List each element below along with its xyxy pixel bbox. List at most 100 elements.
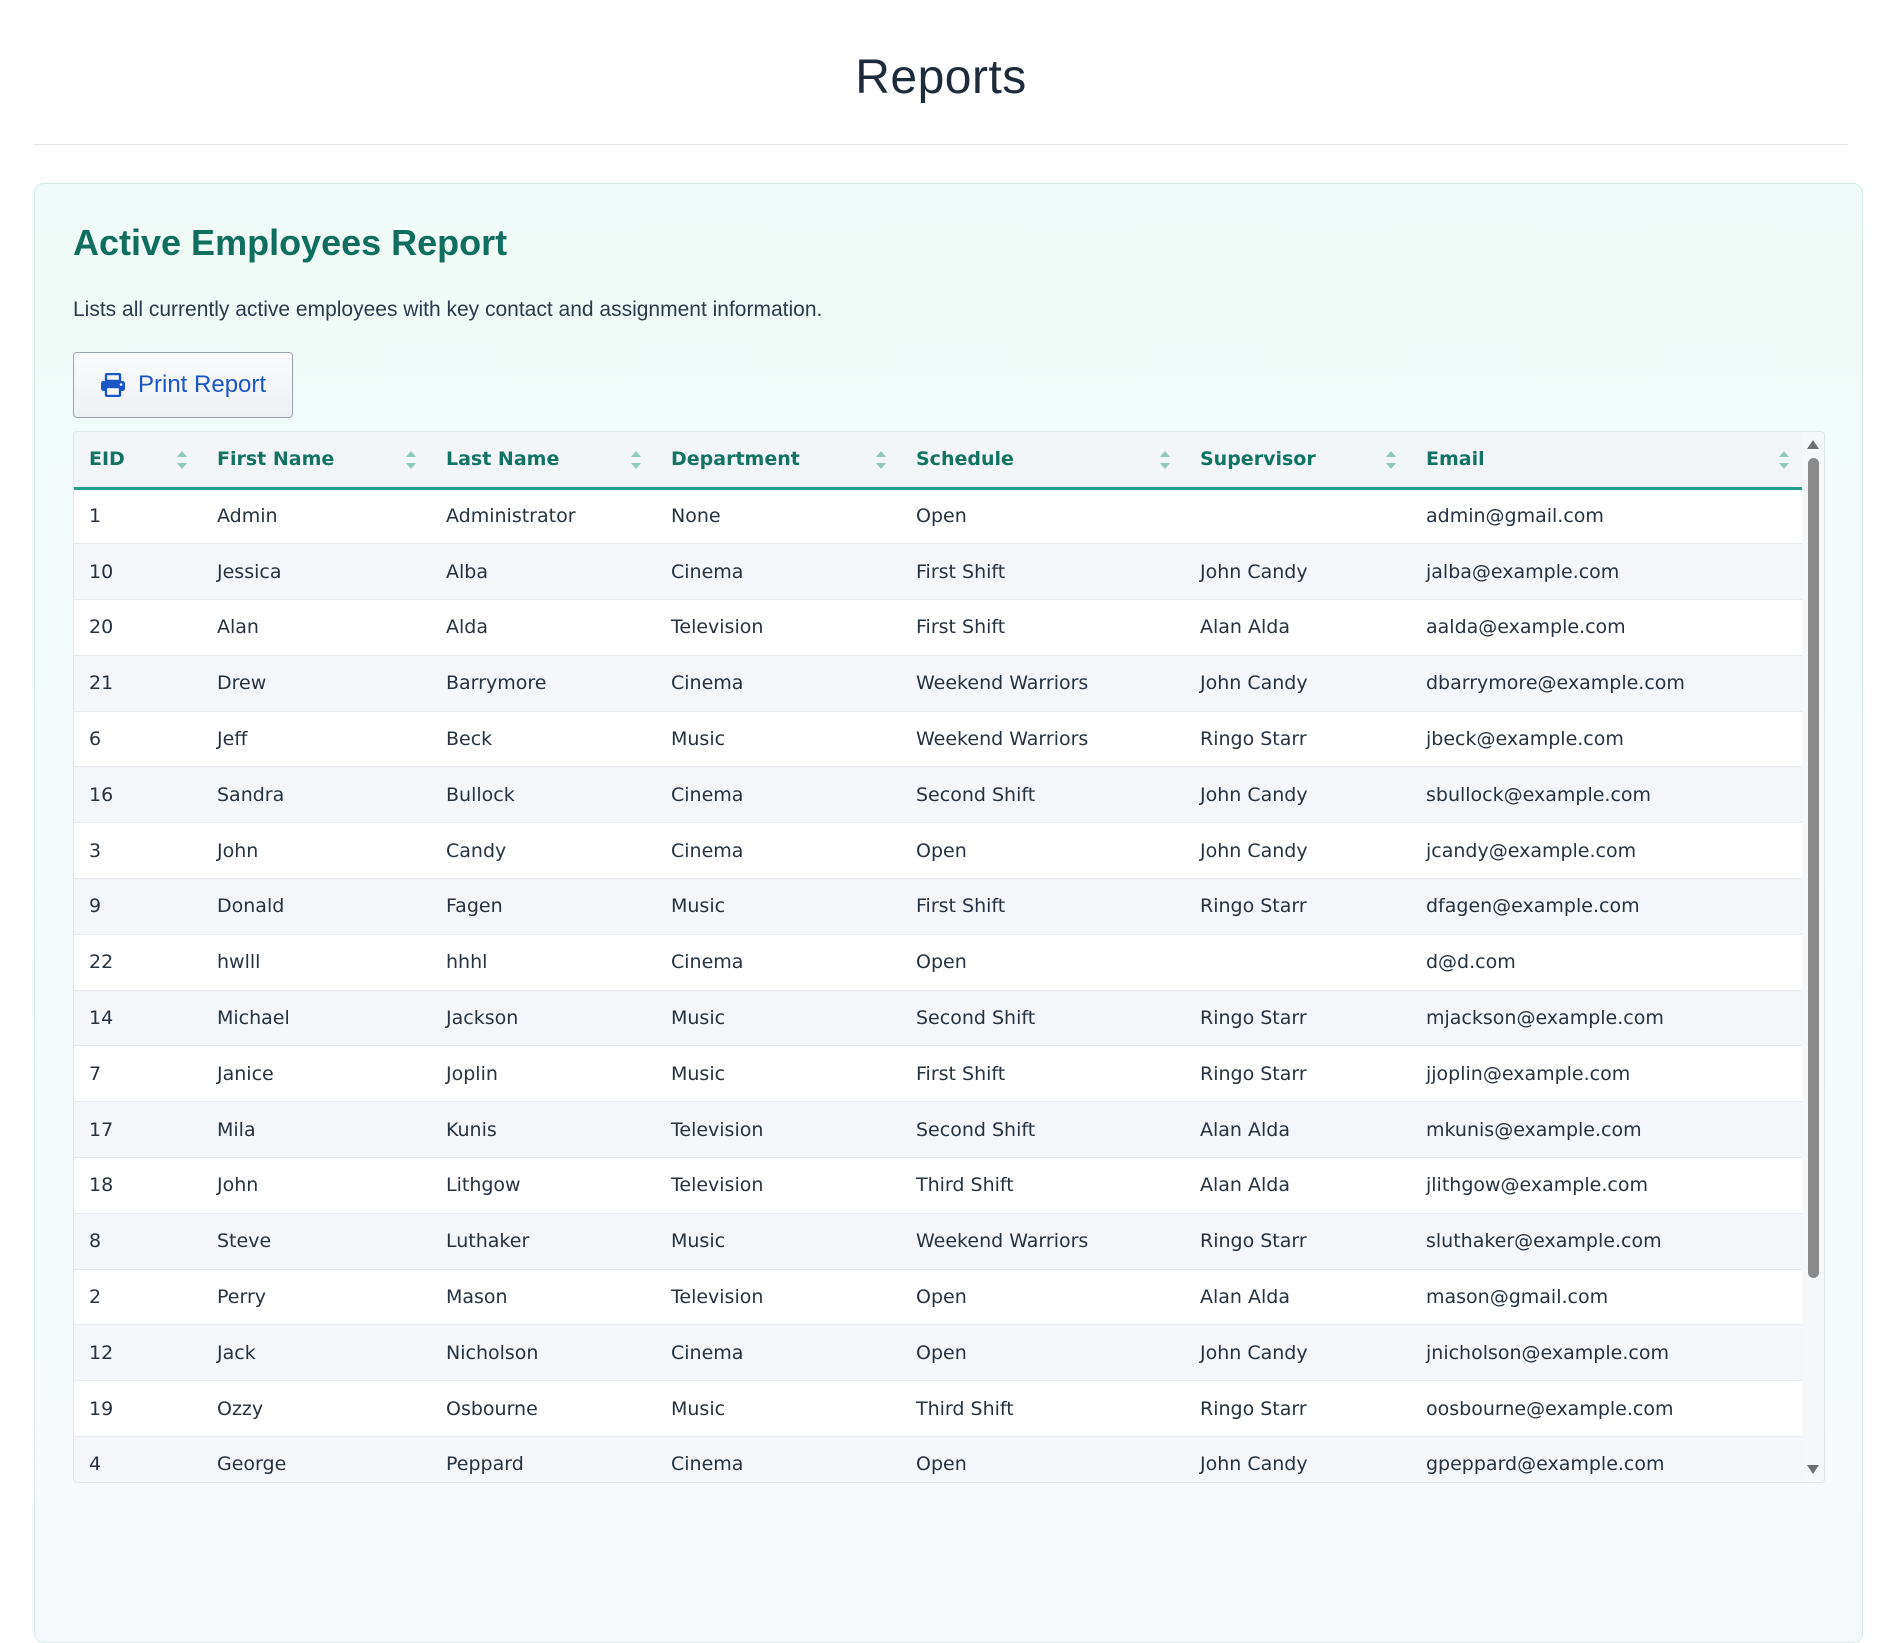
cell-eid: 18 <box>74 1157 202 1214</box>
table-row[interactable]: 10 Jessica Alba Cinema First Shift John Candy… <box>74 543 1804 601</box>
column-header-department[interactable]: Department <box>656 432 901 490</box>
cell-email: dbarrymore@example.com <box>1411 655 1804 712</box>
column-header-label: Last Name <box>446 448 560 471</box>
cell-eid: 22 <box>74 934 202 991</box>
table-row[interactable]: 3 John Candy Cinema Open John Candy jcandy@exa… <box>74 822 1804 880</box>
cell-schedule: First Shift <box>901 1045 1185 1103</box>
cell-department: Music <box>656 990 901 1047</box>
sort-icon[interactable] <box>405 449 417 471</box>
cell-eid: 14 <box>74 990 202 1047</box>
column-header-label: Email <box>1426 448 1485 471</box>
column-header-supervisor[interactable]: Supervisor <box>1185 432 1411 490</box>
report-title: Active Employees Report <box>73 222 508 263</box>
cell-schedule: First Shift <box>901 878 1185 935</box>
sort-icon[interactable] <box>630 449 642 471</box>
cell-first-name: Donald <box>202 878 431 935</box>
cell-email: jlithgow@example.com <box>1411 1157 1804 1214</box>
cell-supervisor: John Candy <box>1185 1324 1411 1382</box>
scrollbar-thumb[interactable] <box>1808 458 1819 1278</box>
column-header-first-name[interactable]: First Name <box>202 432 431 490</box>
table-row[interactable]: 19 Ozzy Osbourne Music Third Shift Ringo Star… <box>74 1380 1804 1438</box>
cell-first-name: Perry <box>202 1269 431 1326</box>
table-row[interactable]: 1 Admin Administrator None Open admin@gmail.c… <box>74 488 1804 545</box>
cell-last-name: Osbourne <box>431 1380 656 1438</box>
scroll-up-arrow-icon[interactable] <box>1807 440 1819 449</box>
cell-supervisor <box>1185 488 1411 545</box>
print-report-label: Print Report <box>138 371 267 398</box>
table-row[interactable]: 20 Alan Alda Television First Shift Alan Alda… <box>74 599 1804 656</box>
cell-eid: 10 <box>74 543 202 601</box>
sort-icon[interactable] <box>176 449 188 471</box>
table-row[interactable]: 22 hwlll hhhl Cinema Open d@d.com <box>74 934 1804 991</box>
cell-first-name: Jessica <box>202 543 431 601</box>
cell-eid: 17 <box>74 1101 202 1159</box>
table-row[interactable]: 8 Steve Luthaker Music Weekend Warriors Ringo… <box>74 1213 1804 1270</box>
cell-last-name: Barrymore <box>431 655 656 712</box>
column-header-schedule[interactable]: Schedule <box>901 432 1185 490</box>
cell-schedule: Open <box>901 934 1185 991</box>
sort-icon[interactable] <box>1159 449 1171 471</box>
cell-last-name: Alda <box>431 599 656 656</box>
cell-eid: 21 <box>74 655 202 712</box>
table-row[interactable]: 12 Jack Nicholson Cinema Open John Candy jnich… <box>74 1324 1804 1382</box>
column-header-label: First Name <box>217 448 335 471</box>
cell-department: Cinema <box>656 655 901 712</box>
cell-first-name: John <box>202 822 431 880</box>
cell-supervisor: Alan Alda <box>1185 1101 1411 1159</box>
cell-supervisor: Ringo Starr <box>1185 1380 1411 1438</box>
cell-last-name: Kunis <box>431 1101 656 1159</box>
table-row[interactable]: 17 Mila Kunis Television Second Shift Alan Al… <box>74 1101 1804 1159</box>
table-row[interactable]: 16 Sandra Bullock Cinema Second Shift John Ca… <box>74 766 1804 824</box>
column-header-eid[interactable]: EID <box>74 432 202 490</box>
employees-table-container[interactable]: EID First Name Last Name Department Schedule… <box>73 431 1825 1483</box>
print-report-button[interactable]: Print Report <box>73 352 294 418</box>
sort-icon[interactable] <box>1385 449 1397 471</box>
cell-department: Music <box>656 1213 901 1270</box>
cell-email: sbullock@example.com <box>1411 766 1804 824</box>
cell-supervisor: Alan Alda <box>1185 1157 1411 1214</box>
table-row[interactable]: 21 Drew Barrymore Cinema Weekend Warriors Joh… <box>74 655 1804 712</box>
column-header-email[interactable]: Email <box>1411 432 1804 490</box>
column-header-last-name[interactable]: Last Name <box>431 432 656 490</box>
cell-last-name: Fagen <box>431 878 656 935</box>
cell-email: jalba@example.com <box>1411 543 1804 601</box>
cell-last-name: Luthaker <box>431 1213 656 1270</box>
cell-department: Television <box>656 1157 901 1214</box>
cell-schedule: Open <box>901 1436 1185 1482</box>
vertical-scrollbar[interactable] <box>1802 432 1824 1482</box>
scroll-down-arrow-icon[interactable] <box>1807 1465 1819 1474</box>
cell-supervisor: Ringo Starr <box>1185 1213 1411 1270</box>
sort-icon[interactable] <box>875 449 887 471</box>
cell-eid: 2 <box>74 1269 202 1326</box>
cell-eid: 7 <box>74 1045 202 1103</box>
table-row[interactable]: 6 Jeff Beck Music Weekend Warriors Ringo Star… <box>74 711 1804 768</box>
cell-first-name: Jeff <box>202 711 431 768</box>
cell-schedule: Open <box>901 822 1185 880</box>
cell-supervisor <box>1185 934 1411 991</box>
cell-schedule: Weekend Warriors <box>901 711 1185 768</box>
cell-email: mason@gmail.com <box>1411 1269 1804 1326</box>
cell-supervisor: John Candy <box>1185 1436 1411 1482</box>
cell-schedule: Second Shift <box>901 766 1185 824</box>
cell-eid: 4 <box>74 1436 202 1482</box>
cell-first-name: Janice <box>202 1045 431 1103</box>
table-row[interactable]: 7 Janice Joplin Music First Shift Ringo Starr… <box>74 1045 1804 1103</box>
cell-department: Television <box>656 599 901 656</box>
table-row[interactable]: 2 Perry Mason Television Open Alan Alda mason@… <box>74 1269 1804 1326</box>
sort-icon[interactable] <box>1778 449 1790 471</box>
cell-email: admin@gmail.com <box>1411 488 1804 545</box>
table-row[interactable]: 4 George Peppard Cinema Open John Candy gpeppa… <box>74 1436 1804 1482</box>
table-row[interactable]: 18 John Lithgow Television Third Shift Alan A… <box>74 1157 1804 1214</box>
cell-first-name: Drew <box>202 655 431 712</box>
cell-email: gpeppard@example.com <box>1411 1436 1804 1482</box>
cell-schedule: Weekend Warriors <box>901 655 1185 712</box>
table-row[interactable]: 14 Michael Jackson Music Second Shift Ringo S… <box>74 990 1804 1047</box>
cell-first-name: Jack <box>202 1324 431 1382</box>
cell-last-name: Beck <box>431 711 656 768</box>
cell-last-name: hhhl <box>431 934 656 991</box>
cell-first-name: Admin <box>202 488 431 545</box>
table-row[interactable]: 9 Donald Fagen Music First Shift Ringo Starr d… <box>74 878 1804 935</box>
cell-email: jbeck@example.com <box>1411 711 1804 768</box>
cell-supervisor: John Candy <box>1185 766 1411 824</box>
cell-first-name: Steve <box>202 1213 431 1270</box>
